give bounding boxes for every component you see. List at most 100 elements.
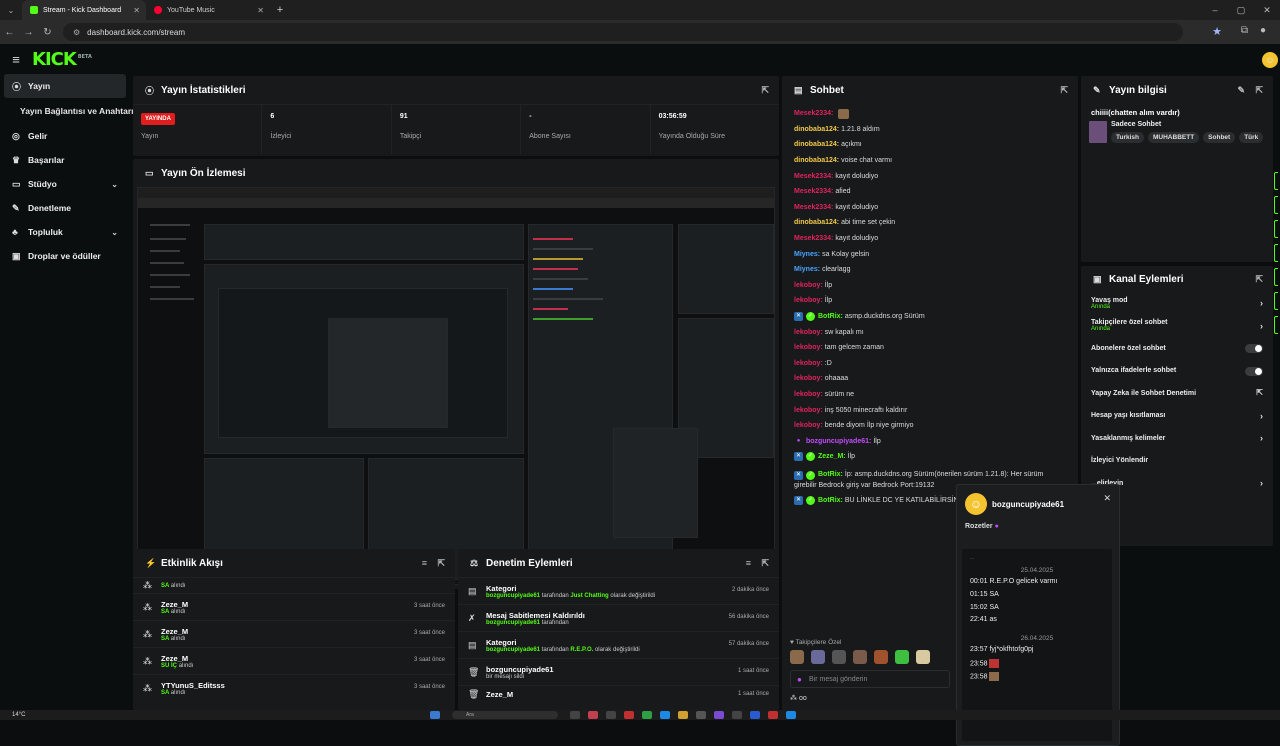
stream-preview-video[interactable] xyxy=(137,187,775,585)
app-icon[interactable] xyxy=(696,711,706,719)
chat-message[interactable]: Miynes: clearlagg xyxy=(794,262,1066,278)
chat-message[interactable]: lekoboy: sw kapalı mı xyxy=(794,324,1066,340)
app-icon[interactable] xyxy=(678,711,688,719)
profile-icon[interactable]: ● xyxy=(1260,25,1266,36)
reload-icon[interactable]: ↻ xyxy=(38,27,57,38)
popout-icon[interactable]: ⇱ xyxy=(761,558,769,569)
address-bar[interactable]: ⚙ dashboard.kick.com/stream xyxy=(63,23,1183,41)
chat-message[interactable]: dinobaba124: 1.21.8 aldım xyxy=(794,122,1066,138)
sidebar-item-denetleme[interactable]: ✎ Denetleme xyxy=(0,196,130,220)
filter-icon[interactable]: ≡ xyxy=(422,558,427,568)
emote-icon[interactable] xyxy=(811,650,825,664)
user-avatar[interactable]: ☺ xyxy=(1262,52,1278,68)
channel-action-item[interactable]: Yavaş mod Anında › xyxy=(1081,292,1273,315)
chat-message[interactable]: Mesek2334: xyxy=(794,106,1066,122)
site-info-icon[interactable]: ⚙ xyxy=(73,28,80,37)
channel-action-item[interactable]: Yalnızca ifadelerle sohbet xyxy=(1081,360,1273,383)
chat-message[interactable]: lekoboy: ohaaaa xyxy=(794,371,1066,387)
maximize-icon[interactable]: ▢ xyxy=(1228,0,1254,20)
taskbar-search[interactable]: Ara xyxy=(452,711,558,719)
chat-message[interactable]: Miynes: sa Kolay gelsin xyxy=(794,246,1066,262)
chat-username[interactable]: BotRix: xyxy=(818,313,843,320)
chat-message[interactable]: lekoboy: sürüm ne xyxy=(794,387,1066,403)
chat-username[interactable]: lekoboy: xyxy=(794,360,823,367)
chat-footer-icons[interactable]: ⁂ oo xyxy=(790,694,950,702)
emote-icon[interactable] xyxy=(895,650,909,664)
minimize-icon[interactable]: – xyxy=(1202,0,1228,20)
sidebar-item-stream-key[interactable]: Yayın Bağlantısı ve Anahtarı xyxy=(0,98,134,124)
chat-username[interactable]: Zeze_M: xyxy=(818,453,846,460)
popout-icon[interactable]: ⇱ xyxy=(761,85,769,96)
toggle-switch[interactable] xyxy=(1245,344,1263,353)
chat-message[interactable]: lekoboy: inş 5050 minecraftı kaldırır xyxy=(794,402,1066,418)
app-icon[interactable] xyxy=(786,711,796,719)
chat-username[interactable]: Mesek2334: xyxy=(794,235,833,242)
chat-message[interactable]: Mesek2334: afied xyxy=(794,184,1066,200)
chat-message[interactable]: Mesek2334: kayıt doludiyo xyxy=(794,231,1066,247)
emote-icon[interactable] xyxy=(916,650,930,664)
app-icon[interactable] xyxy=(750,711,760,719)
filter-icon[interactable]: ≡ xyxy=(746,558,751,568)
sidebar-item-yayin[interactable]: ⦿ Yayın xyxy=(4,74,126,98)
emote-icon[interactable] xyxy=(832,650,846,664)
channel-action-item[interactable]: Yapay Zeka ile Sohbet Denetimi ⇱ xyxy=(1081,382,1273,405)
toggle-switch[interactable] xyxy=(1245,366,1263,376)
app-icon[interactable] xyxy=(642,711,652,719)
chat-username[interactable]: dinobaba124: xyxy=(794,157,839,164)
channel-action-item[interactable]: İzleyici Yönlendir xyxy=(1081,450,1273,473)
popout-icon[interactable]: ⇱ xyxy=(1255,85,1263,96)
app-icon[interactable] xyxy=(570,711,580,719)
chat-username[interactable]: Mesek2334: xyxy=(794,204,833,211)
chat-username[interactable]: lekoboy: xyxy=(794,329,823,336)
channel-action-item[interactable]: Yasaklanmış kelimeler › xyxy=(1081,427,1273,450)
chat-message[interactable]: Mesek2334: kayıt doludiyo xyxy=(794,168,1066,184)
chat-username[interactable]: lekoboy: xyxy=(794,375,823,382)
chat-username[interactable]: dinobaba124: xyxy=(794,219,839,226)
chat-username[interactable]: lekoboy: xyxy=(794,344,823,351)
sidebar-item-gelir[interactable]: ◎ Gelir xyxy=(0,124,130,148)
tab-search-icon[interactable]: ⌄ xyxy=(0,6,22,15)
channel-action-item[interactable]: Abonelere özel sohbet xyxy=(1081,337,1273,360)
edit-icon[interactable]: ✎ xyxy=(1237,85,1245,96)
app-icon[interactable] xyxy=(606,711,616,719)
chat-username[interactable]: dinobaba124: xyxy=(794,141,839,148)
chat-username[interactable]: lekoboy: xyxy=(794,391,823,398)
start-icon[interactable] xyxy=(430,711,440,719)
sidebar-item-studyo[interactable]: ▭ Stüdyo ⌄ xyxy=(0,172,130,196)
chat-username[interactable]: Mesek2334: xyxy=(794,188,833,195)
app-icon[interactable] xyxy=(588,711,598,719)
chat-message[interactable]: dinobaba124: voise chat varmı xyxy=(794,153,1066,169)
app-icon[interactable] xyxy=(660,711,670,719)
chat-username[interactable]: dinobaba124: xyxy=(794,126,839,133)
chat-username[interactable]: Miynes: xyxy=(794,251,820,258)
chat-message[interactable]: dinobaba124: abi time set çekin xyxy=(794,215,1066,231)
chat-username[interactable]: lekoboy: xyxy=(794,297,823,304)
new-tab-button[interactable]: + xyxy=(270,4,290,16)
sidebar-item-topluluk[interactable]: ♣ Topluluk ⌄ xyxy=(0,220,130,244)
app-icon[interactable] xyxy=(714,711,724,719)
popout-icon[interactable]: ⇱ xyxy=(437,558,445,569)
emote-icon[interactable] xyxy=(874,650,888,664)
kick-logo[interactable]: KICK BETA xyxy=(32,49,92,70)
extensions-icon[interactable]: ⧉ xyxy=(1241,25,1248,36)
chat-message[interactable]: lekoboy::D xyxy=(794,356,1066,372)
channel-action-item[interactable]: Hesap yaşı kısıtlaması › xyxy=(1081,405,1273,428)
chat-message[interactable]: lekoboy: bende diyom İlp niye girmiyo xyxy=(794,418,1066,434)
close-icon[interactable]: ✕ xyxy=(133,6,140,15)
bookmark-star-icon[interactable]: ★ xyxy=(1212,25,1222,38)
chat-message[interactable]: Mesek2334: kayıt doludiyo xyxy=(794,200,1066,216)
weather-widget[interactable]: 14°C xyxy=(12,712,25,718)
chat-username[interactable]: lekoboy: xyxy=(794,422,823,429)
channel-action-item[interactable]: Takipçilere özel sohbet Anında › xyxy=(1081,315,1273,338)
app-icon[interactable] xyxy=(768,711,778,719)
chat-username[interactable]: Mesek2334: xyxy=(794,173,833,180)
close-window-icon[interactable]: ✕ xyxy=(1254,0,1280,20)
chat-message[interactable]: lekoboy: tam gelcem zaman xyxy=(794,340,1066,356)
menu-icon[interactable]: ≡ xyxy=(0,52,32,67)
chat-username[interactable]: Miynes: xyxy=(794,266,820,273)
tab-kick-dashboard[interactable]: Stream - Kick Dashboard ✕ xyxy=(22,0,146,20)
popout-icon[interactable]: ⇱ xyxy=(1060,85,1068,96)
app-icon[interactable] xyxy=(732,711,742,719)
chat-message[interactable]: ✕ ✓ Zeze_M: İlp xyxy=(794,449,1066,465)
chat-username[interactable]: Mesek2334: xyxy=(794,110,833,117)
